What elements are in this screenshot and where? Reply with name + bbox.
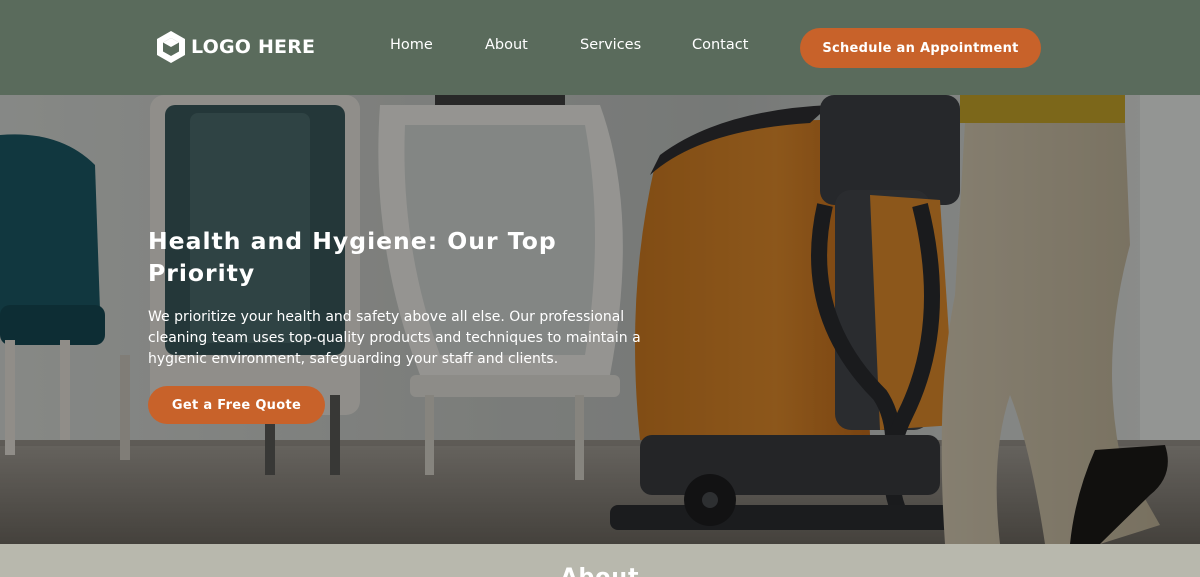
site-header: LOGO HERE Home About Services Contact Sc… [0, 0, 1200, 95]
nav-contact[interactable]: Contact [692, 37, 748, 53]
about-section: About [0, 544, 1200, 577]
hero-content: Health and Hygiene: Our Top Priority We … [148, 225, 668, 370]
nav-about[interactable]: About [485, 37, 528, 53]
schedule-appointment-button[interactable]: Schedule an Appointment [800, 28, 1041, 68]
about-heading: About [0, 565, 1200, 577]
hexagon-logo-icon [157, 31, 185, 63]
hero-title: Health and Hygiene: Our Top Priority [148, 227, 557, 287]
hero-description: We prioritize your health and safety abo… [148, 309, 641, 367]
nav-services[interactable]: Services [580, 37, 641, 53]
nav-home[interactable]: Home [390, 37, 433, 53]
logo[interactable]: LOGO HERE [155, 30, 315, 64]
logo-text: LOGO HERE [191, 36, 316, 58]
get-free-quote-button[interactable]: Get a Free Quote [148, 386, 325, 424]
hero-section: Health and Hygiene: Our Top Priority We … [0, 95, 1200, 544]
